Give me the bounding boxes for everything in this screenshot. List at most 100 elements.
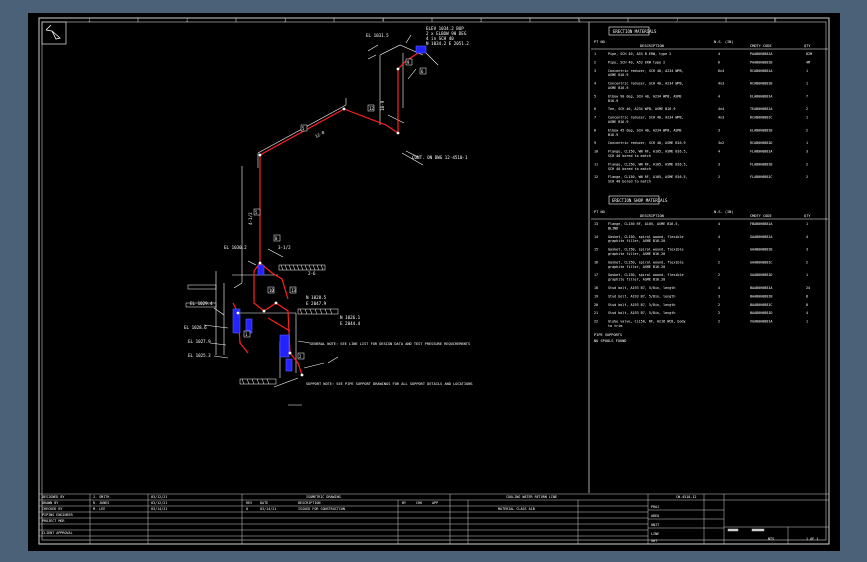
elevation-label: EL 1027.9 <box>188 339 211 344</box>
row-quantity: 1 <box>806 222 808 226</box>
dimension-label: 12-0 <box>314 130 326 139</box>
rev-header: CHK <box>416 501 423 505</box>
row-commodity-code: BAAB0H0B81C <box>750 303 772 307</box>
row-description: ASME B16.9 <box>608 120 628 124</box>
row-nominal-size: 2 <box>718 175 720 179</box>
dimension-label: 2-6 <box>308 271 316 276</box>
title-row-value: J. SMITH <box>93 495 109 499</box>
row-quantity: 24 <box>806 286 810 290</box>
row-description: B16.9 <box>608 133 618 137</box>
row-nominal-size: 4 <box>718 286 720 290</box>
row-quantity: 2 <box>806 128 808 132</box>
material-class: MATERIAL CLASS A1B <box>498 507 535 511</box>
column-header: N.S. (IN) <box>714 40 733 44</box>
row-commodity-code: GAAB0H0B81C <box>750 260 772 264</box>
row-commodity-code: FLAB0H0B81B <box>750 162 772 166</box>
dimension-label: 3-1/2 <box>278 245 291 250</box>
row-description: Stud bolt, A193 B7, 5/8in, length <box>608 303 675 307</box>
fabrication-rows: 13 Flange, CL150 RF, A105, ASME B16.5,BLI… <box>594 222 810 328</box>
coordinate-label: E 2044.4 <box>340 321 361 326</box>
row-quantity: 1 <box>806 273 808 277</box>
row-description: ASME B16.9 <box>608 86 628 90</box>
row-commodity-code: VGAB0H0B81A <box>750 320 772 324</box>
row-nominal-size: 4x4 <box>718 107 724 111</box>
column-header: CMDTY CODE <box>750 214 772 218</box>
row-part-number: 22 <box>594 320 598 324</box>
title-row-label: CHECKED BY <box>42 507 62 511</box>
spools-note: NO SPOOLS FOUND <box>594 339 626 343</box>
row-quantity: 1 <box>806 320 808 324</box>
row-commodity-code: RCAB0H0B81C <box>750 116 772 120</box>
row-description: ASME B16.9 <box>608 73 628 77</box>
row-commodity-code: BAAB0H0B81B <box>750 294 772 298</box>
row-commodity-code: BAAB0H0B81D <box>750 311 772 315</box>
row-part-number: 1 <box>594 52 596 56</box>
table-title: ERECTION MATERIALS <box>613 29 657 34</box>
row-quantity: 2 <box>806 260 808 264</box>
row-description: Concentric reducer, SCH 40, ASME B16.9 <box>608 141 686 145</box>
row-part-number: 9 <box>594 141 596 145</box>
project-title: COOLING WATER RETURN LINE <box>506 495 557 499</box>
general-note: GENERAL NOTE: SEE LINE LIST FOR DESIGN D… <box>310 342 470 346</box>
row-part-number: 8 <box>594 128 596 132</box>
row-description: Tee, SCH 40, A234 WPB, ASME B16.9 <box>608 107 675 111</box>
row-part-number: 6 <box>594 107 596 111</box>
row-commodity-code: RCAB0H0B81D <box>750 141 772 145</box>
row-nominal-size: 2 <box>718 260 720 264</box>
row-commodity-code: RCAB0H0B81B <box>750 82 772 86</box>
row-description: Pipe, SCH 40, A53 ERW type 2 <box>608 60 665 64</box>
row-description: Gasket, CL150, spiral wound, flexible <box>608 273 684 277</box>
row-description: Globe valve, CL150, RF, A216 WCB, body <box>608 320 686 324</box>
valve-icon <box>415 45 427 54</box>
row-part-number: 18 <box>594 286 598 290</box>
row-nominal-size: 3 <box>718 294 720 298</box>
row-commodity-code: GAAB0H0B81A <box>750 235 772 239</box>
row-description: SCH 40 bored to match <box>608 180 651 184</box>
north-arrow-icon <box>41 21 67 45</box>
title-row-date: 03/12/21 <box>151 501 167 505</box>
title-row-label: DRAWN BY <box>42 501 58 505</box>
title-small-col: UNIT <box>651 523 659 527</box>
dimension-label: 18-9 <box>380 100 385 111</box>
row-quantity: 1 <box>806 141 808 145</box>
column-header: PT NO <box>594 210 605 214</box>
row-nominal-size: 2 <box>718 311 720 315</box>
row-quantity: 4 <box>806 235 808 239</box>
title-small-col: PROJ <box>651 505 659 509</box>
scale-value: NTS <box>768 537 774 541</box>
row-part-number: 13 <box>594 222 598 226</box>
sheet-border <box>38 17 830 545</box>
row-quantity: 4M <box>806 60 810 64</box>
elevation-label: EL 1028.6 <box>184 325 207 330</box>
row-nominal-size: 3 <box>718 128 720 132</box>
row-description: Flange, CL150, WN RF, A105, ASME B16.5, <box>608 162 688 166</box>
row-quantity: 8 <box>806 303 808 307</box>
row-commodity-code: PAAB0H0B81A <box>750 52 772 56</box>
elevation-label: EL 1031.5 <box>366 33 389 38</box>
rev-value: 03/14/21 <box>260 507 276 511</box>
rev-header: DATE <box>260 501 268 505</box>
drawing-viewport[interactable]: 1 2 3 4 5 6 7 8 6 9 12 5 5 8 10 13 1 2 E… <box>28 13 840 551</box>
row-description: graphite filler, ASME B16.20 <box>608 278 665 282</box>
row-commodity-code: FBAB0H0B81A <box>750 222 772 226</box>
top-note-line: N 1034.2 E 2051.2 <box>426 41 469 46</box>
row-nominal-size: 4 <box>718 52 720 56</box>
row-commodity-code: FLAB0H0B81A <box>750 150 772 154</box>
title-small-col: AREA <box>651 514 659 518</box>
part-tag-label: 13 <box>291 288 296 293</box>
row-nominal-size: 4x3 <box>718 82 724 86</box>
isometric-linework <box>203 34 439 406</box>
erection-rows: 1 Pipe, SCH 40, A53 B ERW, type 2 4 PAAB0H0… <box>594 52 812 184</box>
row-nominal-size: 6 <box>718 60 720 64</box>
row-quantity: 4 <box>806 311 808 315</box>
row-nominal-size: 4x3 <box>718 116 724 120</box>
row-commodity-code: RCAB0H0B81A <box>750 69 772 73</box>
row-description: Pipe, SCH 40, A53 B ERW, type 2 <box>608 52 671 56</box>
valve-icon <box>279 334 290 358</box>
row-nominal-size: 3x2 <box>718 141 724 145</box>
weld-points <box>236 67 400 377</box>
row-quantity: 2 <box>806 107 808 111</box>
row-commodity-code: BAAB0H0B81A <box>750 286 772 290</box>
row-part-number: 21 <box>594 311 598 315</box>
row-description: Elbow 90 deg, SCH 40, A234 WPB, ASME <box>608 94 682 98</box>
